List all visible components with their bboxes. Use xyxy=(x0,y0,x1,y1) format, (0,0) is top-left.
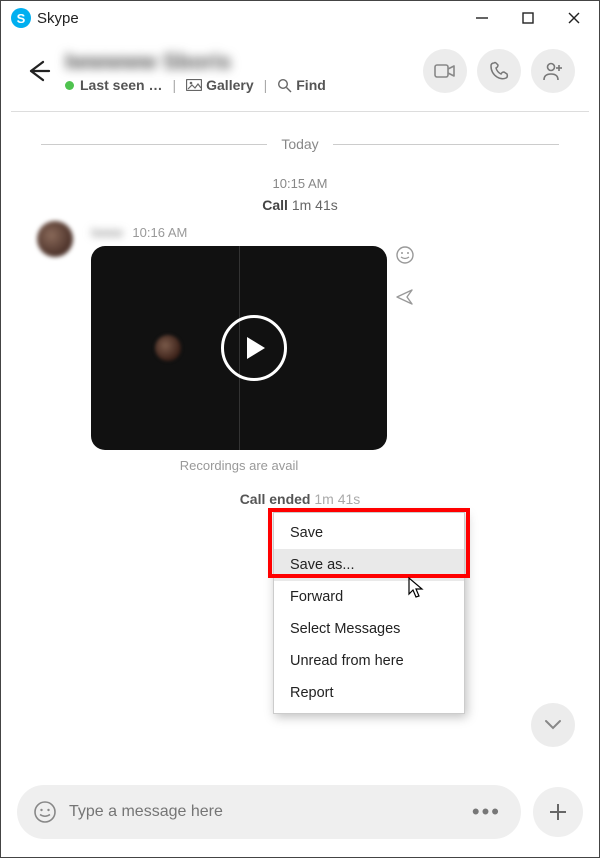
participant-avatar-icon xyxy=(155,335,181,361)
day-label: Today xyxy=(281,136,318,152)
message-composer: ••• xyxy=(17,785,583,839)
audio-call-button[interactable] xyxy=(477,49,521,93)
smiley-icon xyxy=(395,245,415,265)
message-row: Iwww 10:16 AM Recordings are avail xyxy=(1,213,599,473)
separator: | xyxy=(264,77,268,93)
last-seen-text: Last seen … xyxy=(80,77,162,93)
menu-item-select-messages[interactable]: Select Messages xyxy=(274,613,464,645)
react-button[interactable] xyxy=(395,245,415,270)
call-label: Call xyxy=(262,197,288,213)
presence-dot-icon xyxy=(65,81,74,90)
chat-area: Today 10:15 AM Call 1m 41s Iwww 10:16 AM… xyxy=(1,112,599,507)
send-icon xyxy=(395,288,415,306)
separator: | xyxy=(172,77,176,93)
play-icon xyxy=(247,337,265,359)
minimize-button[interactable] xyxy=(475,11,489,25)
attach-button[interactable] xyxy=(533,787,583,837)
call-ended-label: Call ended xyxy=(240,491,311,507)
window-titlebar: S Skype xyxy=(1,1,599,35)
message-context-menu: Save Save as... Forward Select Messages … xyxy=(273,512,465,714)
menu-item-report[interactable]: Report xyxy=(274,677,464,709)
compose-box[interactable]: ••• xyxy=(17,785,521,839)
more-options-button[interactable]: ••• xyxy=(472,799,505,825)
call-duration: 1m 41s xyxy=(292,197,338,213)
skype-logo-icon: S xyxy=(11,8,31,28)
menu-item-forward[interactable]: Forward xyxy=(274,581,464,613)
sender-name: Iwww xyxy=(91,225,123,240)
conversation-header: Iwwwww Sboris Last seen … | Gallery | Fi… xyxy=(1,35,599,107)
scroll-to-latest-button[interactable] xyxy=(531,703,575,747)
plus-icon xyxy=(547,801,569,823)
play-button[interactable] xyxy=(221,315,287,381)
contact-name: Iwwwww Sboris xyxy=(65,49,423,75)
menu-item-save-as[interactable]: Save as... xyxy=(274,549,464,581)
day-separator: Today xyxy=(1,126,599,162)
call-time: 10:15 AM xyxy=(1,176,599,191)
gallery-icon xyxy=(186,79,202,91)
menu-item-save[interactable]: Save xyxy=(274,517,464,549)
maximize-button[interactable] xyxy=(521,11,535,25)
chevron-down-icon xyxy=(544,719,562,731)
sender-avatar[interactable] xyxy=(37,221,73,257)
add-participant-button[interactable] xyxy=(531,49,575,93)
find-label: Find xyxy=(296,77,326,93)
person-plus-icon xyxy=(542,61,564,81)
video-call-button[interactable] xyxy=(423,49,467,93)
call-ended-duration: 1m 41s xyxy=(314,491,360,507)
video-recording-thumbnail[interactable] xyxy=(91,246,387,450)
arrow-left-icon xyxy=(25,58,51,84)
recording-availability-note: Recordings are avail xyxy=(91,458,387,473)
find-link[interactable]: Find xyxy=(277,77,326,93)
app-title: Skype xyxy=(37,10,79,27)
call-started-block: 10:15 AM Call 1m 41s xyxy=(1,176,599,213)
close-button[interactable] xyxy=(567,11,581,25)
video-icon xyxy=(434,63,456,79)
message-time: 10:16 AM xyxy=(132,225,187,240)
message-input[interactable] xyxy=(69,803,472,821)
back-button[interactable] xyxy=(21,54,55,88)
gallery-link[interactable]: Gallery xyxy=(186,77,253,93)
forward-inline-button[interactable] xyxy=(395,288,415,311)
call-ended-block: Call ended 1m 41s xyxy=(1,491,599,507)
emoji-picker-button[interactable] xyxy=(33,800,57,824)
phone-icon xyxy=(489,61,509,81)
search-icon xyxy=(277,78,292,93)
smiley-icon xyxy=(33,800,57,824)
gallery-label: Gallery xyxy=(206,77,253,93)
menu-item-unread-from-here[interactable]: Unread from here xyxy=(274,645,464,677)
